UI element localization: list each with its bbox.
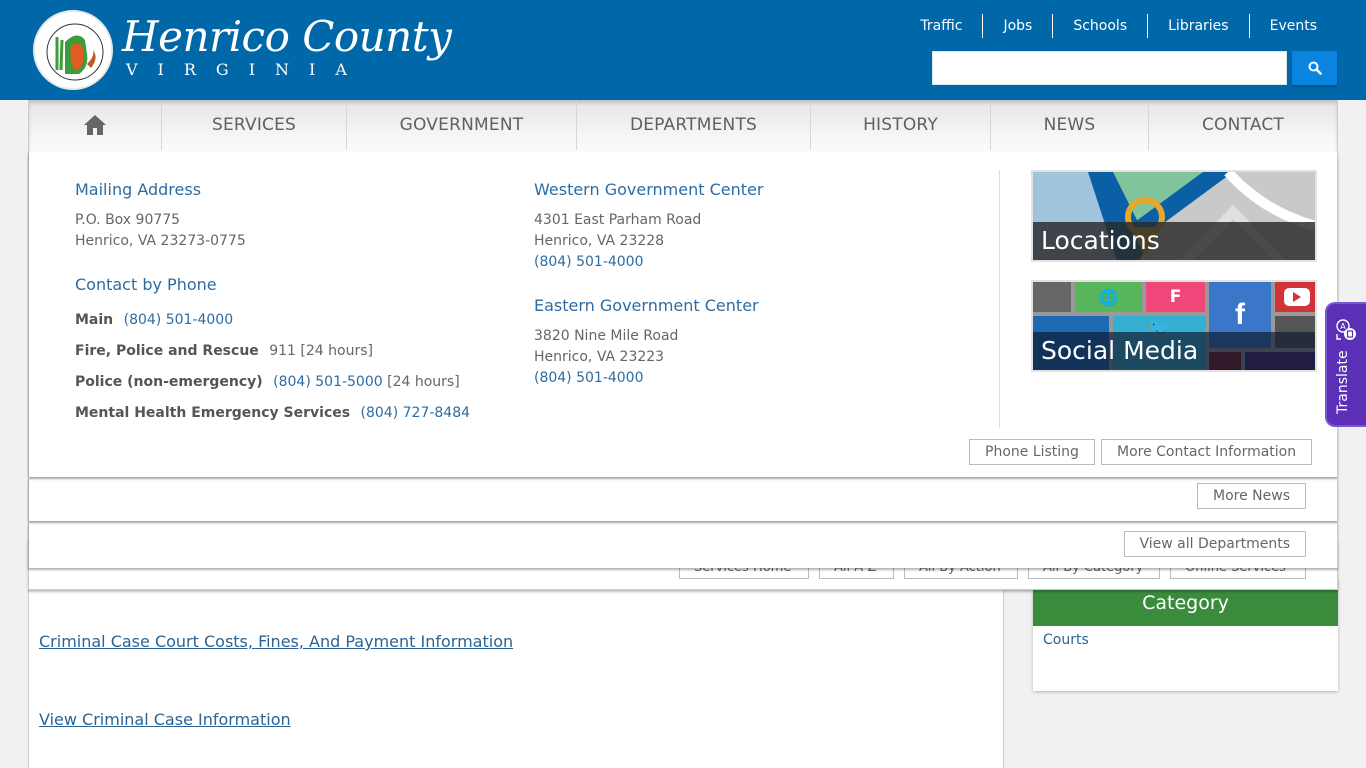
phone-entry-police-non-emergency: Police (non-emergency) (804) 501-5000 [2… <box>75 372 460 393</box>
translate-label: Translate <box>1335 350 1351 414</box>
site-title: Henrico County <box>122 12 452 61</box>
western-line-1: 4301 East Parham Road <box>534 212 702 228</box>
utility-links: Traffic Jobs Schools Libraries Events <box>900 14 1338 38</box>
translate-button[interactable]: A Translate <box>1325 302 1366 427</box>
utility-link-jobs[interactable]: Jobs <box>982 14 1052 38</box>
nav-government[interactable]: GOVERNMENT <box>347 100 577 150</box>
county-seal-logo[interactable] <box>33 10 113 90</box>
nav-home[interactable] <box>29 100 162 150</box>
phone-number-link[interactable]: (804) 501-4000 <box>124 312 234 328</box>
tile-gray <box>1033 282 1071 312</box>
nav-contact[interactable]: CONTACT <box>1149 100 1337 150</box>
social-media-tile[interactable]: 🌐 F f 🐦 Social Media <box>1031 280 1317 372</box>
view-all-departments-button[interactable]: View all Departments <box>1123 531 1306 557</box>
eastern-center-heading: Eastern Government Center <box>534 296 759 315</box>
utility-link-traffic[interactable]: Traffic <box>900 14 982 38</box>
more-contact-information-button[interactable]: More Contact Information <box>1101 439 1313 465</box>
phone-entry-main: Main (804) 501-4000 <box>75 310 233 331</box>
search-button[interactable] <box>1292 51 1337 85</box>
column-divider <box>999 170 1000 428</box>
phone-entry-mental-health: Mental Health Emergency Services (804) 7… <box>75 403 470 424</box>
phone-label: Mental Health Emergency Services <box>75 405 351 421</box>
search-icon <box>1308 61 1322 75</box>
utility-link-libraries[interactable]: Libraries <box>1147 14 1248 38</box>
main-content <box>28 570 1004 768</box>
news-panel: More News <box>28 479 1338 521</box>
locations-tile[interactable]: Locations <box>1031 170 1317 262</box>
eastern-line-2: Henrico, VA 23223 <box>534 349 665 365</box>
mailing-address-heading: Mailing Address <box>75 180 202 199</box>
eastern-phone-link[interactable]: (804) 501-4000 <box>534 368 644 389</box>
site-subtitle: VIRGINIA <box>126 60 367 79</box>
social-media-tile-label: Social Media <box>1033 332 1315 370</box>
eastern-line-1: 3820 Nine Mile Road <box>534 328 679 344</box>
phone-listing-button[interactable]: Phone Listing <box>969 439 1095 465</box>
content-link-court-costs[interactable]: Criminal Case Court Costs, Fines, And Pa… <box>39 632 513 651</box>
phone-number: 911 <box>269 343 296 359</box>
svg-text:A: A <box>1340 322 1346 331</box>
search-input[interactable] <box>932 51 1287 85</box>
site-header: Henrico County VIRGINIA Traffic Jobs Sch… <box>0 0 1366 100</box>
mailing-line-1: P.O. Box 90775 <box>75 212 181 228</box>
more-news-button[interactable]: More News <box>1197 483 1306 509</box>
foursquare-icon: F <box>1146 282 1205 312</box>
phone-number-link[interactable]: (804) 501-5000 <box>273 374 383 390</box>
contact-panel: Mailing Address P.O. Box 90775 Henrico, … <box>28 152 1338 477</box>
category-box: Category Courts <box>1033 578 1338 691</box>
western-line-2: Henrico, VA 23228 <box>534 233 665 249</box>
phone-number-link[interactable]: (804) 727-8484 <box>361 405 471 421</box>
main-nav: SERVICES GOVERNMENT DEPARTMENTS HISTORY … <box>28 100 1338 152</box>
seal-icon <box>37 14 111 88</box>
western-phone-link[interactable]: (804) 501-4000 <box>534 252 644 273</box>
page-background-strip <box>1338 152 1366 768</box>
content-link-view-criminal-case[interactable]: View Criminal Case Information <box>39 710 291 729</box>
nav-services[interactable]: SERVICES <box>162 100 347 150</box>
phone-label: Police (non-emergency) <box>75 374 263 390</box>
nav-history[interactable]: HISTORY <box>811 100 991 150</box>
phone-note: [24 hours] <box>300 343 373 359</box>
mailing-line-2: Henrico, VA 23273-0775 <box>75 233 246 249</box>
category-link-courts[interactable]: Courts <box>1043 632 1089 648</box>
phone-label: Main <box>75 312 114 328</box>
home-icon <box>84 115 106 135</box>
phone-label: Fire, Police and Rescue <box>75 343 259 359</box>
phone-note: [24 hours] <box>387 374 460 390</box>
locations-tile-label: Locations <box>1033 222 1315 260</box>
translate-icon: A <box>1336 319 1356 340</box>
western-center-heading: Western Government Center <box>534 180 764 199</box>
departments-panel: View all Departments <box>28 523 1338 568</box>
utility-link-schools[interactable]: Schools <box>1052 14 1147 38</box>
utility-link-events[interactable]: Events <box>1248 14 1338 38</box>
youtube-icon <box>1275 282 1315 312</box>
contact-by-phone-heading: Contact by Phone <box>75 275 217 294</box>
phone-entry-fire-police-rescue: Fire, Police and Rescue 911 [24 hours] <box>75 341 373 362</box>
globe-icon: 🌐 <box>1075 282 1142 312</box>
nav-news[interactable]: NEWS <box>991 100 1149 150</box>
nav-departments[interactable]: DEPARTMENTS <box>577 100 811 150</box>
